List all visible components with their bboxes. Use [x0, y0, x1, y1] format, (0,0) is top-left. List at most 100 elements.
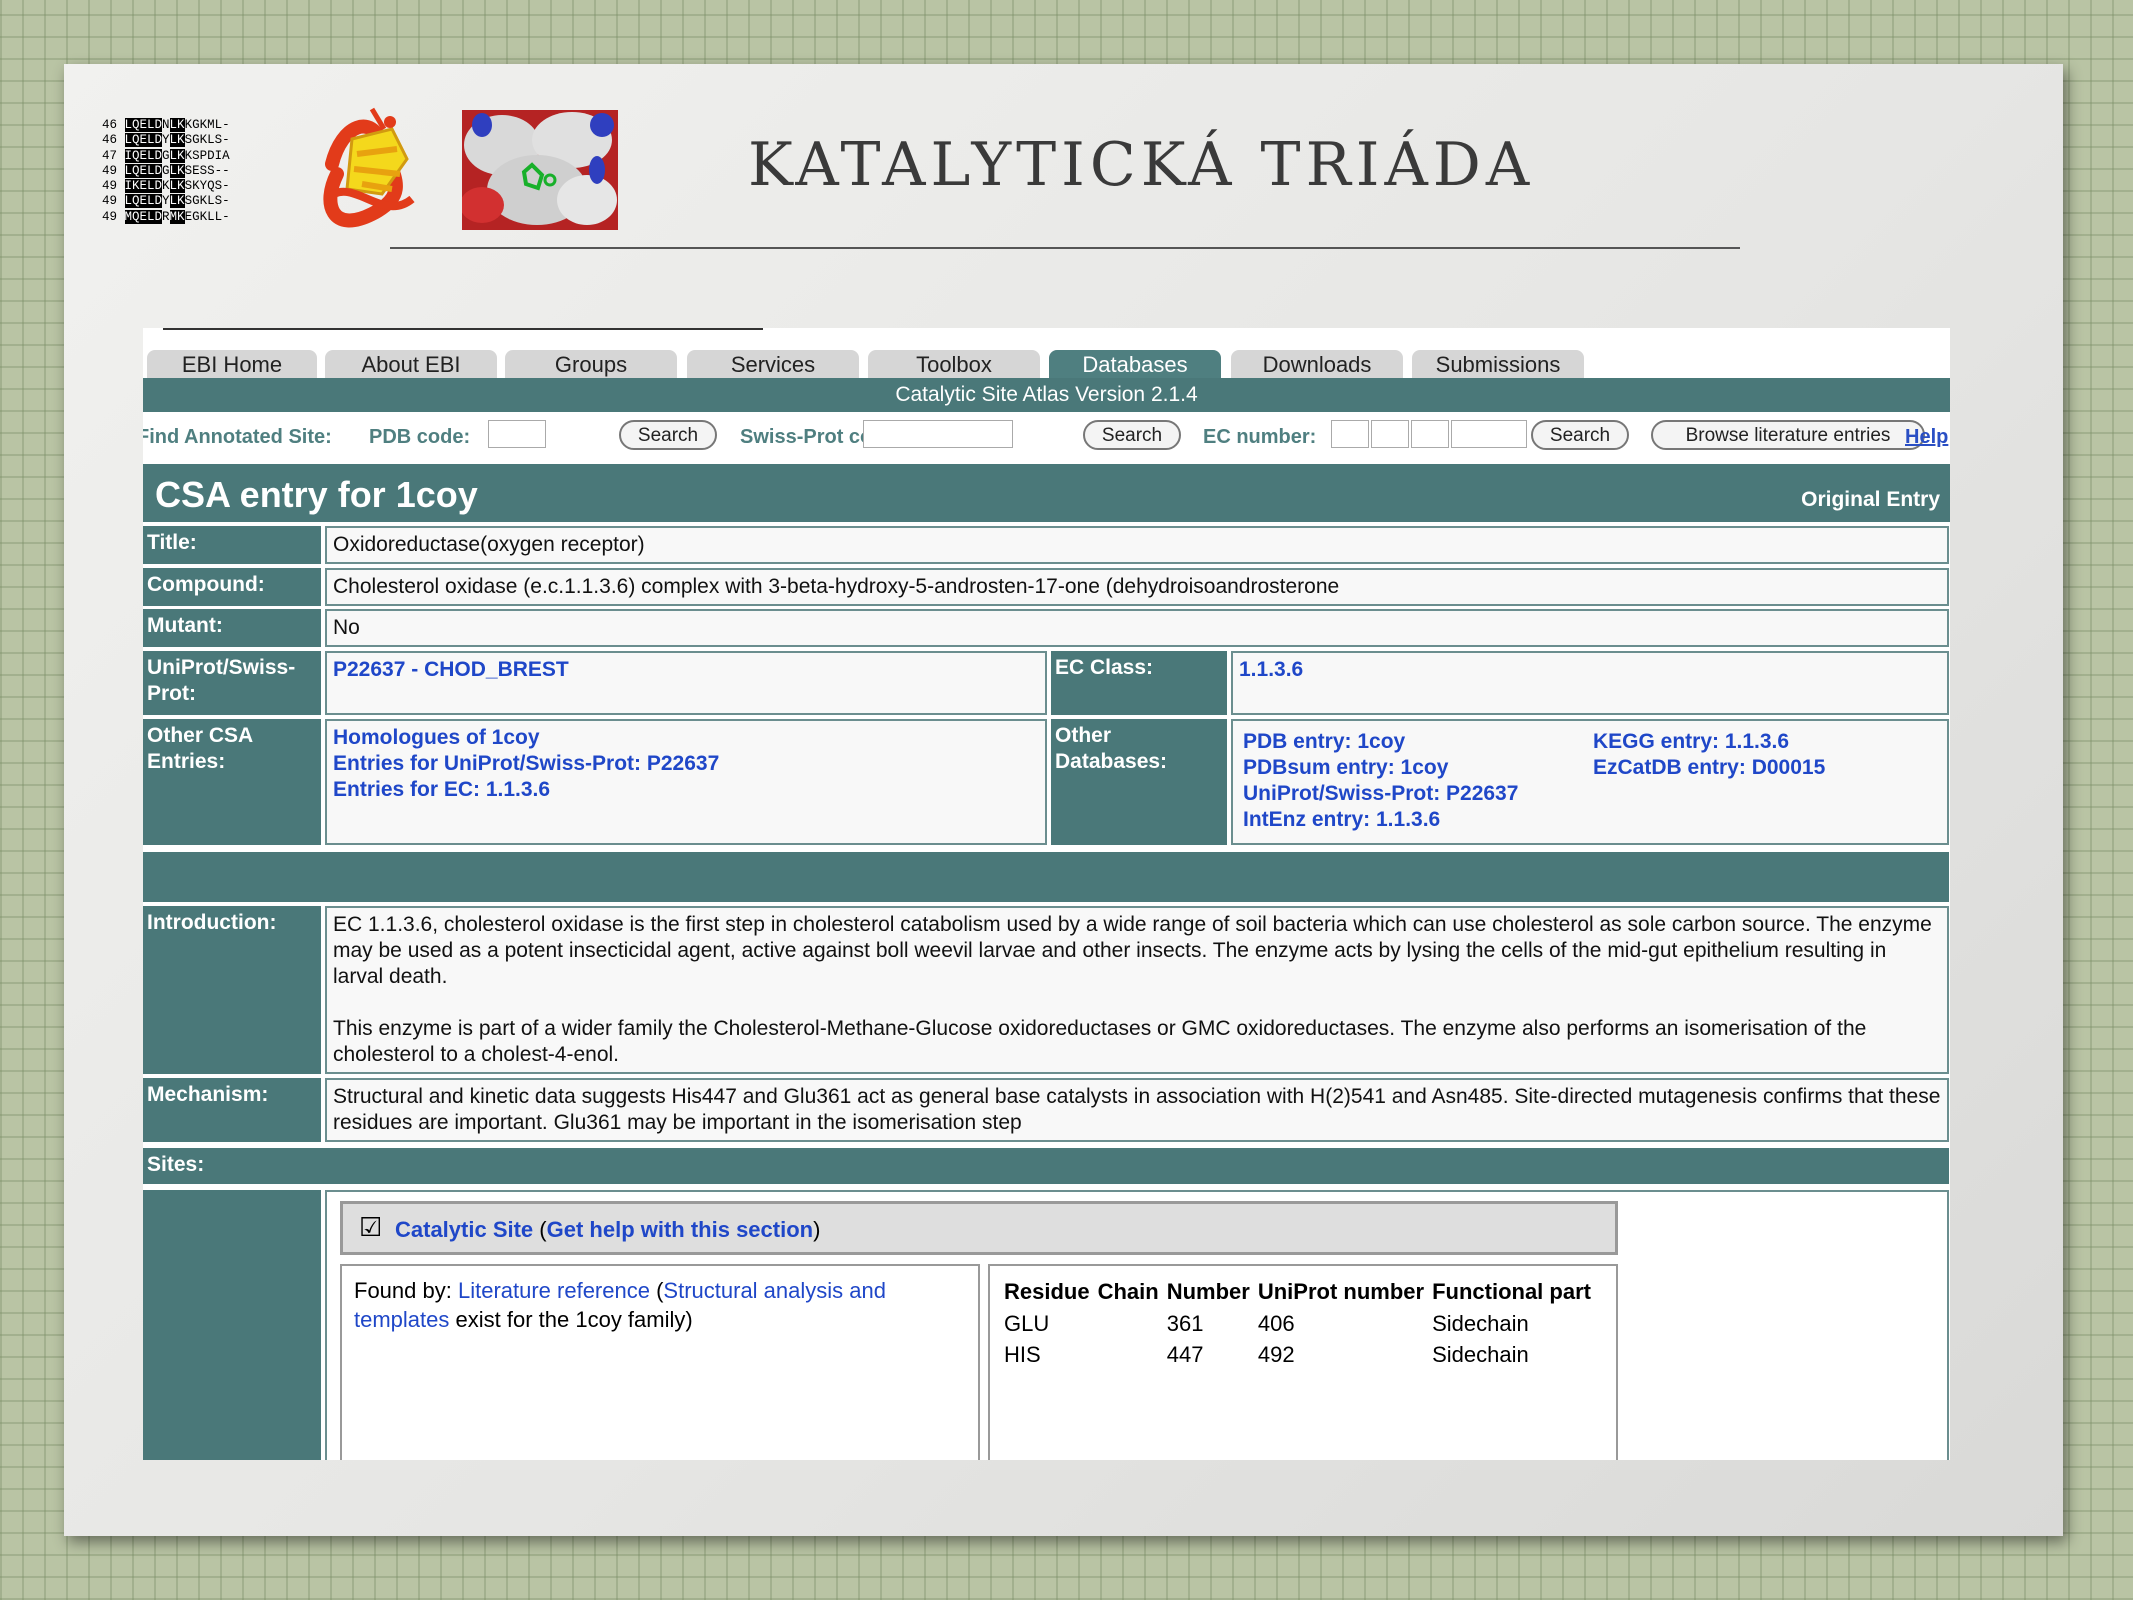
ec-entries-link[interactable]: Entries for EC: 1.1.3.6 [333, 777, 1039, 803]
slide-title: KATALYTICKÁ TRIÁDA [748, 130, 1535, 200]
uniprot-number-cell: 492 [1257, 1341, 1295, 1367]
sites-label: Sites: [143, 1148, 1949, 1184]
table-row: GLU 361 406 Sidechain [1004, 1308, 1599, 1339]
title-divider [390, 247, 1740, 249]
sequence-row: 46 LQELDYLKSGKLS- [102, 133, 230, 148]
title-label: Title: [143, 526, 321, 564]
found-by-label: Found by: [354, 1278, 452, 1303]
residue-cell: HIS [1004, 1341, 1041, 1367]
catalytic-site-header: ☑ Catalytic Site (Get help with this sec… [340, 1201, 1618, 1255]
tab-about-ebi[interactable]: About EBI [325, 350, 497, 378]
introduction-label: Introduction: [143, 906, 321, 1074]
search-bar: Find Annotated Site: PDB code: Search Sw… [143, 416, 1950, 458]
col-functional-part: Functional part [1432, 1279, 1591, 1304]
csa-web-page: EBI Home About EBI Groups Services Toolb… [143, 328, 1950, 1460]
paren-close: ) [813, 1217, 821, 1242]
tab-groups[interactable]: Groups [505, 350, 677, 378]
protein-surface-image [462, 110, 618, 230]
find-label: Find Annotated Site: [143, 426, 332, 448]
mechanism-label: Mechanism: [143, 1078, 321, 1142]
protein-ribbon-image [323, 107, 415, 228]
ec-number-input-3[interactable] [1411, 420, 1449, 448]
catalytic-site-link[interactable]: Catalytic Site [395, 1217, 533, 1242]
ec-number-input-4[interactable] [1451, 420, 1527, 448]
other-databases-cell: PDB entry: 1coy PDBsum entry: 1coy UniPr… [1231, 719, 1949, 845]
section-divider-band [143, 852, 1949, 902]
catalytic-site-title-line: Catalytic Site (Get help with this secti… [395, 1217, 820, 1243]
paren-open: ( [539, 1217, 547, 1242]
mutant-label: Mutant: [143, 609, 321, 647]
col-uniprot-number: UniProt number [1257, 1279, 1425, 1304]
sequence-row: 49 MQELDRMKEGKLL- [102, 209, 230, 224]
residue-cell: GLU [1004, 1310, 1050, 1336]
col-residue: Residue [1004, 1279, 1090, 1304]
number-cell: 447 [1166, 1341, 1204, 1367]
found-by-box: Found by: Literature reference (Structur… [340, 1264, 980, 1460]
pdbsum-entry-link[interactable]: PDBsum entry: 1coy [1243, 755, 1518, 781]
nav-tabs: EBI Home About EBI Groups Services Toolb… [143, 350, 1950, 378]
sequence-alignment-image: 46 LQELDNLKKGKML- 46 LQELDYLKSGKLS- 47 IQE… [102, 118, 230, 225]
introduction-paragraph-2: This enzyme is part of a wider family th… [333, 1017, 1867, 1066]
slide: 46 LQELDNLKKGKML- 46 LQELDYLKSGKLS- 47 IQE… [64, 64, 2063, 1536]
other-csa-cell: Homologues of 1coy Entries for UniProt/S… [325, 719, 1047, 845]
ezcatdb-entry-link[interactable]: EzCatDB entry: D00015 [1593, 755, 1825, 781]
intenz-entry-link[interactable]: IntEnz entry: 1.1.3.6 [1243, 807, 1518, 833]
sequence-row: 46 LQELDNLKKGKML- [102, 118, 230, 132]
compound-label: Compound: [143, 568, 321, 606]
ec-number-input-2[interactable] [1371, 420, 1409, 448]
col-chain: Chain [1097, 1279, 1159, 1304]
ec-number-input-1[interactable] [1331, 420, 1369, 448]
help-link[interactable]: Help [1905, 426, 1948, 449]
pdb-entry-link[interactable]: PDB entry: 1coy [1243, 729, 1518, 755]
residue-table: Residue Chain Number UniProt number Func… [1004, 1276, 1599, 1370]
tab-databases[interactable]: Databases [1049, 350, 1221, 378]
entry-header: CSA entry for 1coy Original Entry [143, 464, 1950, 522]
pdb-label: PDB code: [369, 426, 471, 448]
functional-part-cell: Sidechain [1432, 1310, 1529, 1336]
uniprot-value-cell: P22637 - CHOD_BREST [325, 651, 1047, 715]
sequence-row: 49 LQELDYLKSGKLS- [102, 194, 230, 209]
compound-value: Cholesterol oxidase (e.c.1.1.3.6) comple… [325, 568, 1949, 606]
other-databases-label: Other Databases: [1051, 719, 1227, 845]
number-cell: 361 [1166, 1310, 1204, 1336]
introduction-paragraph-1: EC 1.1.3.6, cholesterol oxidase is the f… [333, 913, 1932, 988]
sequence-row: 49 LQELDGLKSESS-- [102, 163, 230, 178]
tab-ebi-home[interactable]: EBI Home [147, 350, 317, 378]
page-top-line [163, 328, 763, 330]
uniprot-label: UniProt/Swiss-Prot: [143, 651, 321, 715]
uniprot-db-link[interactable]: UniProt/Swiss-Prot: P22637 [1243, 781, 1518, 807]
ec-class-link[interactable]: 1.1.3.6 [1239, 658, 1303, 681]
tab-downloads[interactable]: Downloads [1231, 350, 1403, 378]
uniprot-entries-link[interactable]: Entries for UniProt/Swiss-Prot: P22637 [333, 751, 1039, 777]
ec-search-button[interactable]: Search [1531, 420, 1629, 450]
mutant-value: No [325, 609, 1949, 647]
title-value: Oxidoreductase(oxygen receptor) [325, 526, 1949, 564]
entry-heading: CSA entry for 1coy [155, 474, 478, 515]
original-entry-link[interactable]: Original Entry [1801, 488, 1940, 512]
uniprot-link[interactable]: P22637 - CHOD_BREST [333, 658, 569, 681]
swiss-prot-input[interactable] [863, 420, 1013, 448]
literature-reference-link[interactable]: Literature reference [458, 1278, 650, 1303]
col-number: Number [1166, 1279, 1250, 1304]
catalytic-site-checkbox[interactable]: ☑ [359, 1212, 382, 1243]
kegg-entry-link[interactable]: KEGG entry: 1.1.3.6 [1593, 729, 1825, 755]
ec-number-label: EC number: [1203, 426, 1317, 448]
tab-submissions[interactable]: Submissions [1412, 350, 1584, 378]
sequence-row: 49 IKELDKLKSKYQS- [102, 179, 230, 194]
residue-table-header: Residue Chain Number UniProt number Func… [1004, 1276, 1599, 1308]
pdb-code-input[interactable] [488, 420, 546, 448]
mechanism-value: Structural and kinetic data suggests His… [325, 1078, 1949, 1142]
tab-services[interactable]: Services [687, 350, 859, 378]
ec-class-cell: 1.1.3.6 [1231, 651, 1949, 715]
chain-cell [1098, 1339, 1167, 1370]
ec-class-label: EC Class: [1051, 651, 1227, 715]
browse-literature-button[interactable]: Browse literature entries [1651, 420, 1925, 450]
pdb-search-button[interactable]: Search [619, 420, 717, 450]
uniprot-number-cell: 406 [1257, 1310, 1295, 1336]
homologues-link[interactable]: Homologues of 1coy [333, 725, 1039, 751]
get-help-link[interactable]: Get help with this section [547, 1217, 813, 1242]
swiss-prot-search-button[interactable]: Search [1083, 420, 1181, 450]
residue-table-box: Residue Chain Number UniProt number Func… [988, 1264, 1618, 1460]
tab-toolbox[interactable]: Toolbox [868, 350, 1040, 378]
site-banner: Catalytic Site Atlas Version 2.1.4 [143, 378, 1950, 412]
